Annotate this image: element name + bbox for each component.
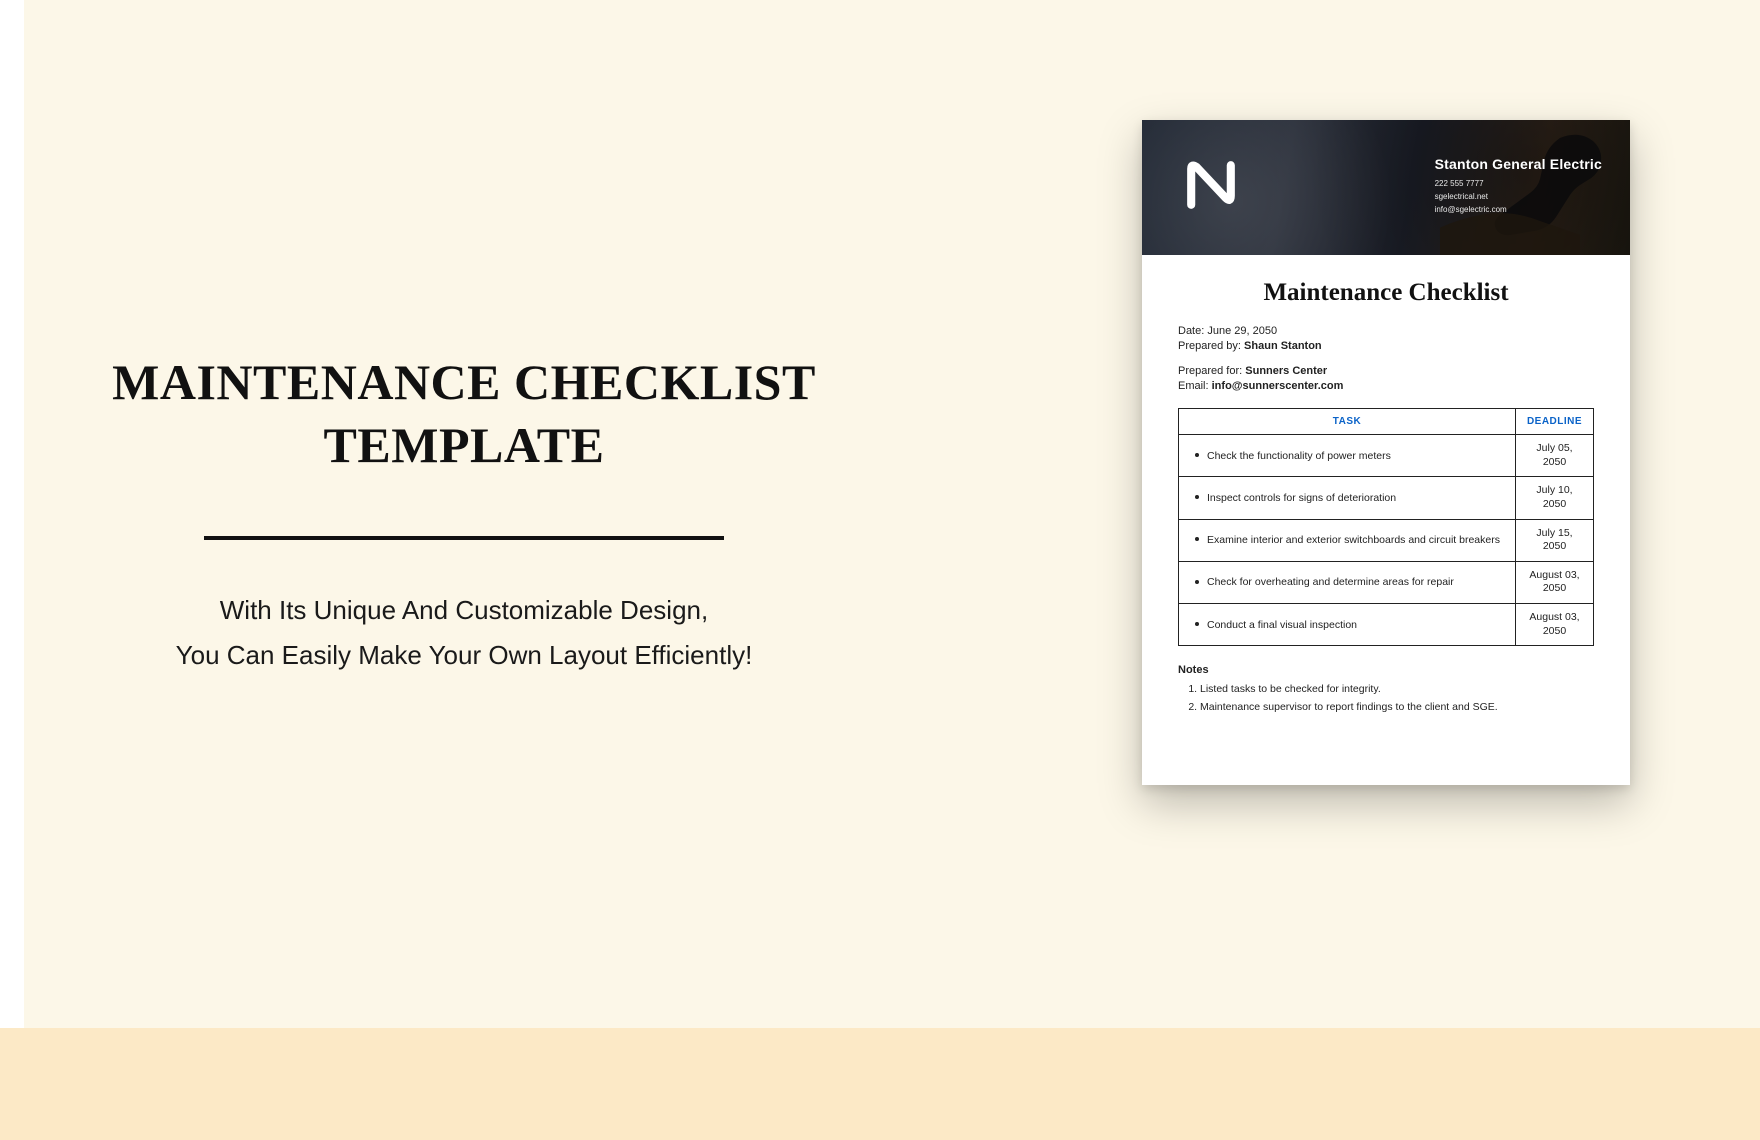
table-row: Conduct a final visual inspection August… [1179,604,1594,646]
deadline-text: July 15, 2050 [1516,519,1594,561]
company-logo-icon [1184,158,1238,212]
prepared-by-value: Shaun Stanton [1244,340,1322,352]
table-row: Inspect controls for signs of deteriorat… [1179,477,1594,519]
date-value: June 29, 2050 [1207,325,1277,337]
page-left-margin [0,0,24,1030]
email-label: Email: [1178,380,1209,392]
hero-title-line2: TEMPLATE [324,417,605,473]
table-row: Check the functionality of power meters … [1179,435,1594,477]
hero-title-line1: MAINTENANCE CHECKLIST [112,354,816,410]
bullet-icon [1195,453,1199,457]
bullet-icon [1195,495,1199,499]
company-website: sgelectrical.net [1435,191,1602,204]
deadline-text: July 10, 2050 [1516,477,1594,519]
divider-line [204,536,724,540]
deadline-header: DEADLINE [1516,409,1594,435]
hero-subtitle-line1: With Its Unique And Customizable Design, [220,595,708,625]
document-title: Maintenance Checklist [1178,279,1594,307]
email-value: info@sunnerscenter.com [1212,380,1344,392]
document-body: Maintenance Checklist Date: June 29, 205… [1142,255,1630,738]
bullet-icon [1195,622,1199,626]
table-row: Check for overheating and determine area… [1179,561,1594,603]
prepared-by-line: Prepared by: Shaun Stanton [1178,340,1594,352]
stage: MAINTENANCE CHECKLIST TEMPLATE With Its … [24,0,1760,1028]
task-text: Conduct a final visual inspection [1207,619,1357,631]
prepared-for-label: Prepared for: [1178,365,1242,377]
company-info: Stanton General Electric 222 555 7777 sg… [1435,156,1602,216]
hero-subtitle-line2: You Can Easily Make Your Own Layout Effi… [176,640,753,670]
list-item: Maintenance supervisor to report finding… [1200,700,1594,716]
page-bottom-band [0,1028,1760,1140]
deadline-text: August 03, 2050 [1516,604,1594,646]
left-column: MAINTENANCE CHECKLIST TEMPLATE With Its … [24,351,844,676]
hero-title: MAINTENANCE CHECKLIST TEMPLATE [104,351,824,476]
deadline-text: August 03, 2050 [1516,561,1594,603]
task-text: Check the functionality of power meters [1207,450,1391,462]
document-header-image: Stanton General Electric 222 555 7777 sg… [1142,120,1630,255]
prepared-for-line: Prepared for: Sunners Center [1178,365,1594,377]
prepared-by-label: Prepared by: [1178,340,1241,352]
bullet-icon [1195,537,1199,541]
company-email: info@sgelectric.com [1435,204,1602,217]
task-header: TASK [1179,409,1516,435]
deadline-text: July 05, 2050 [1516,435,1594,477]
company-phone: 222 555 7777 [1435,178,1602,191]
date-line: Date: June 29, 2050 [1178,325,1594,337]
document-page: Stanton General Electric 222 555 7777 sg… [1142,120,1630,785]
list-item: Listed tasks to be checked for integrity… [1200,682,1594,698]
notes-list: Listed tasks to be checked for integrity… [1178,682,1594,716]
task-text: Check for overheating and determine area… [1207,576,1454,588]
hero-subtitle: With Its Unique And Customizable Design,… [104,588,824,676]
table-row: Examine interior and exterior switchboar… [1179,519,1594,561]
task-text: Examine interior and exterior switchboar… [1207,534,1500,546]
task-text: Inspect controls for signs of deteriorat… [1207,492,1396,504]
company-name: Stanton General Electric [1435,156,1602,172]
notes-header: Notes [1178,664,1594,676]
bullet-icon [1195,580,1199,584]
company-meta: 222 555 7777 sgelectrical.net info@sgele… [1435,178,1602,216]
checklist-table: TASK DEADLINE Check the functionality of… [1178,408,1594,646]
prepared-for-value: Sunners Center [1245,365,1327,377]
date-label: Date: [1178,325,1204,337]
email-line: Email: info@sunnerscenter.com [1178,380,1594,392]
document-preview: Stanton General Electric 222 555 7777 sg… [1142,120,1630,785]
